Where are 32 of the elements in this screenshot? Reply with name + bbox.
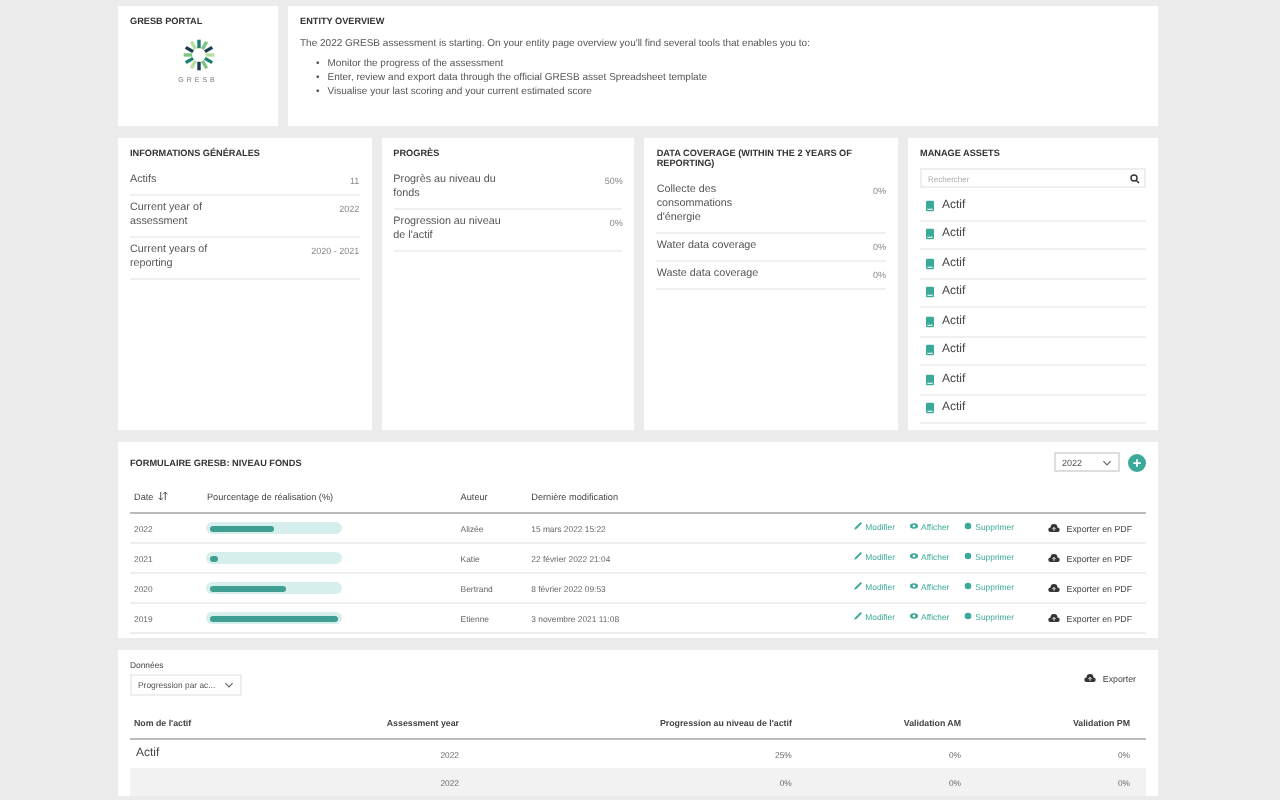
pencil-icon [853,582,862,591]
book-icon [926,286,935,299]
eye-icon [909,522,918,531]
eye-icon [909,582,918,591]
add-button[interactable] [1128,453,1146,471]
plus-icon [1132,457,1142,467]
cloud-upload-icon [1048,554,1061,562]
cloud-upload-icon [1048,584,1061,592]
sort-icon [157,492,168,500]
book-icon [926,199,935,212]
logo-icon [181,38,215,72]
book-icon [926,402,935,415]
search-icon [1130,173,1141,183]
dot-icon [963,612,972,621]
eye-icon [909,552,918,561]
pencil-icon [853,612,862,621]
dot-icon [963,582,972,591]
cloud-upload-icon [1048,614,1061,622]
chevron-down-icon [1102,459,1112,465]
cloud-upload-icon [1048,524,1061,532]
book-icon [926,257,935,270]
pencil-icon [853,522,862,531]
book-icon [926,228,935,241]
dot-icon [963,522,972,531]
cloud-upload-icon [1084,674,1097,682]
dot-icon [963,552,972,561]
book-icon [926,315,935,328]
book-icon [926,344,935,357]
pencil-icon [853,552,862,561]
book-icon [926,373,935,386]
eye-icon [909,612,918,621]
chevron-down-icon [223,682,234,688]
